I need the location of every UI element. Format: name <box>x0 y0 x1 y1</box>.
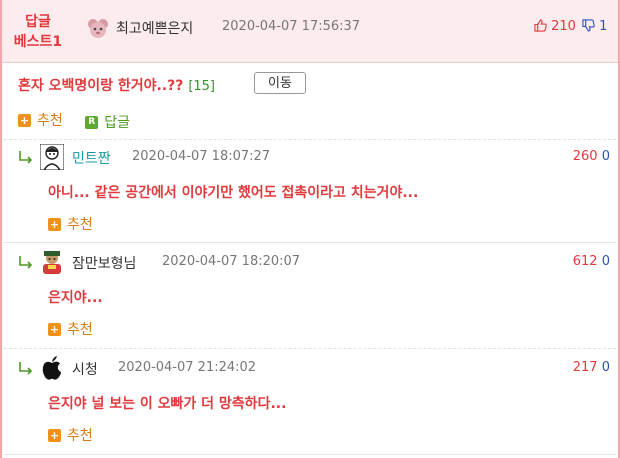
reply-item: 민트짠 2020-04-07 18:07:27 260 0 아니... 같은 공… <box>2 144 618 240</box>
reply-icon: R <box>85 115 99 129</box>
reply-text: 은지야... <box>48 290 103 306</box>
reply-arrow-icon <box>19 362 33 375</box>
recommend-label: 추천 <box>67 322 93 338</box>
apple-logo-icon <box>42 356 61 380</box>
reply-username[interactable]: 시청 <box>72 359 98 379</box>
best-reply-actions: + 추천 R 답글 <box>18 110 130 132</box>
reply-username[interactable]: 민트짠 <box>72 148 111 168</box>
reply-arrow-icon <box>19 256 33 269</box>
best-label-line2: 베스트1 <box>13 34 63 50</box>
divider <box>4 242 616 243</box>
move-button[interactable]: 이동 <box>254 72 306 94</box>
plus-icon: + <box>48 322 61 336</box>
reply-date: 2020-04-07 18:20:07 <box>162 254 301 269</box>
user-avatar-icon <box>40 144 64 170</box>
best-reply-date: 2020-04-07 17:56:37 <box>222 19 361 34</box>
post-title-text: 혼자 오백명이랑 한거야..?? <box>18 78 184 94</box>
reply-item: 시청 2020-04-07 21:24:02 217 0 은지야 널 보는 이 … <box>2 355 618 451</box>
reply-button[interactable]: R 답글 <box>85 112 130 132</box>
divider <box>4 454 616 455</box>
thumbs-down-icon <box>582 19 595 32</box>
reply-votes: 612 0 <box>573 254 610 269</box>
best-label-line1: 답글 <box>25 14 51 30</box>
user-avatar-icon <box>88 19 108 38</box>
plus-icon: + <box>48 428 61 442</box>
divider <box>4 139 616 140</box>
reply-upvote-count[interactable]: 612 <box>573 254 598 269</box>
reply-arrow-icon <box>19 151 33 164</box>
best-reply-upvote[interactable]: 210 <box>534 19 576 34</box>
reply-upvote-count[interactable]: 217 <box>573 360 598 375</box>
comment-panel: 답글 베스트1 최고예쁜은지 2020-04-07 17:56:37 210 1 <box>0 0 620 458</box>
reply-date: 2020-04-07 18:07:27 <box>132 149 271 164</box>
reply-votes: 217 0 <box>573 360 610 375</box>
reply-downvote-count[interactable]: 0 <box>602 254 610 269</box>
best-reply-badge: 답글 베스트1 <box>12 12 64 52</box>
post-title[interactable]: 혼자 오백명이랑 한거야..?? [15] <box>18 75 215 95</box>
reply-date: 2020-04-07 21:24:02 <box>118 360 257 375</box>
best-downvote-count: 1 <box>599 19 608 34</box>
reply-text: 은지야 널 보는 이 오빠가 더 망측하다... <box>48 396 287 412</box>
best-reply-username[interactable]: 최고예쁜은지 <box>116 18 193 38</box>
recommend-label: 추천 <box>67 428 93 444</box>
recommend-label: 추천 <box>67 217 93 233</box>
best-upvote-count: 210 <box>551 19 576 34</box>
reply-downvote-count[interactable]: 0 <box>602 360 610 375</box>
best-reply-downvote[interactable]: 1 <box>582 19 607 34</box>
post-comment-count: [15] <box>188 79 215 94</box>
recommend-button[interactable]: + 추천 <box>48 214 93 234</box>
thumbs-up-icon <box>534 19 547 32</box>
reply-upvote-count[interactable]: 260 <box>573 149 598 164</box>
recommend-button[interactable]: + 추천 <box>48 319 93 339</box>
reply-text: 아니... 같은 공간에서 이야기만 했어도 접촉이라고 치는거야... <box>48 185 419 201</box>
reply-votes: 260 0 <box>573 149 610 164</box>
reply-label: 답글 <box>104 115 130 131</box>
plus-icon: + <box>48 217 61 231</box>
recommend-button[interactable]: + 추천 <box>18 110 63 130</box>
recommend-label: 추천 <box>37 113 63 129</box>
divider <box>4 348 616 349</box>
recommend-button[interactable]: + 추천 <box>48 425 93 445</box>
plus-icon: + <box>18 113 31 127</box>
reply-downvote-count[interactable]: 0 <box>602 149 610 164</box>
user-avatar-icon <box>43 251 61 274</box>
reply-item: 잠만보형님 2020-04-07 18:20:07 612 0 은지야... +… <box>2 249 618 345</box>
best-reply-header: 답글 베스트1 최고예쁜은지 2020-04-07 17:56:37 210 1 <box>2 0 618 63</box>
reply-username[interactable]: 잠만보형님 <box>72 253 136 273</box>
